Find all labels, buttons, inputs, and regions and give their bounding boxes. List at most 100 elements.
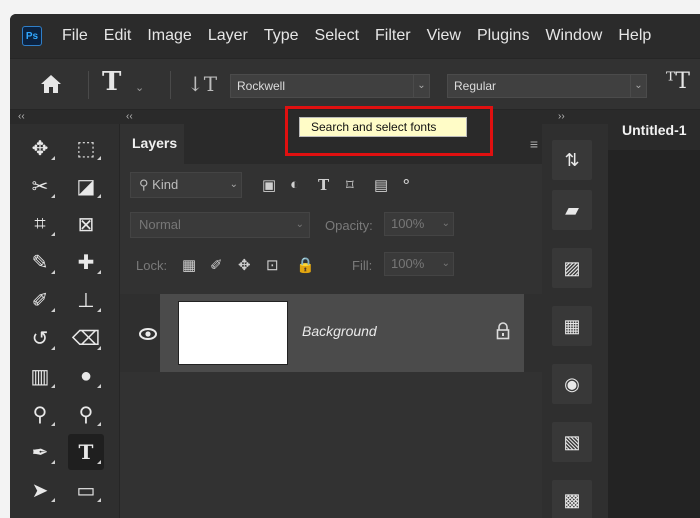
opacity-label: Opacity:	[325, 218, 373, 233]
frame-tool-icon[interactable]: ⊠	[68, 206, 104, 242]
home-icon[interactable]	[40, 73, 62, 95]
layer-thumbnail[interactable]	[178, 301, 288, 365]
blend-row: Normal ⌄ Opacity: 100% ⌄	[120, 204, 542, 244]
lock-position-icon[interactable]: ✥	[238, 256, 251, 274]
opacity-input[interactable]: 100% ⌄	[384, 212, 454, 236]
rectangle-tool-icon[interactable]: ▭	[68, 472, 104, 508]
chevron-down-icon: ⌄	[441, 218, 450, 229]
gradients-panel-icon[interactable]: ▧	[552, 422, 592, 462]
menu-layer[interactable]: Layer	[200, 14, 256, 58]
font-style-value: Regular	[454, 79, 497, 93]
lock-label: Lock:	[136, 258, 168, 273]
canvas-area[interactable]	[608, 150, 700, 518]
chevron-down-icon: ⌄	[441, 258, 450, 269]
dock-expand-strip[interactable]: ››	[542, 110, 608, 124]
eye-icon[interactable]	[138, 324, 158, 344]
history-panel-icon[interactable]: ⇅	[552, 140, 592, 180]
opacity-value: 100%	[391, 216, 425, 231]
history-brush-tool-icon[interactable]: ↺	[22, 320, 58, 356]
options-bar: T ⌄ ↓T Rockwell ⌄ Regular ⌄ ᵀT	[10, 58, 700, 110]
tab-layers[interactable]: Layers	[120, 124, 184, 164]
type-tool-preset-icon[interactable]: T	[102, 67, 121, 97]
search-icon: ⚲	[139, 177, 149, 192]
libraries-panel-icon[interactable]: ▨	[552, 248, 592, 288]
crop-tool-icon[interactable]: ⌗	[22, 206, 58, 242]
type-tool-icon[interactable]: T	[68, 434, 104, 470]
toolbar-collapse-strip[interactable]: ‹‹	[10, 110, 120, 124]
fill-value: 100%	[391, 256, 425, 271]
font-size-icon[interactable]: ᵀT	[666, 69, 690, 94]
tools-panel: ✥ ⬚ ✂ ◪ ⌗ ⊠ ✎ ✚ ✐ ⊥ ↺ ⌫ ▥ ● ⚲ ⚲ ✒ T ➤ ▭	[10, 124, 120, 518]
healing-brush-tool-icon[interactable]: ✚	[68, 244, 104, 280]
chevron-down-icon[interactable]: ⌄	[135, 81, 144, 94]
move-tool-icon[interactable]: ✥	[22, 130, 58, 166]
menu-file[interactable]: File	[54, 14, 96, 58]
font-family-value: Rockwell	[237, 79, 286, 93]
menu-image[interactable]: Image	[139, 14, 199, 58]
zoom-tool-icon[interactable]: ⚲	[68, 396, 104, 432]
options-separator	[170, 71, 171, 99]
panel-dock: ›› ⇅ ▰ ▨ ▦ ◉ ▧ ▩	[542, 110, 608, 518]
menu-bar: Ps File Edit Image Layer Type Select Fil…	[10, 14, 700, 58]
menu-help[interactable]: Help	[610, 14, 659, 58]
filter-kind-label: Kind	[152, 177, 179, 192]
lock-all-icon[interactable]: 🔒	[296, 256, 315, 274]
menu-view[interactable]: View	[419, 14, 469, 58]
blur-tool-icon[interactable]: ●	[68, 358, 104, 394]
chevron-down-icon: ⌄	[295, 219, 304, 230]
eraser-tool-icon[interactable]: ⌫	[68, 320, 104, 356]
smart-object-filter-icon[interactable]: ▤	[374, 176, 388, 194]
layer-filter-row: ⚲ Kind ⌄ ▣ ◐ T ⌑ ▤ ⚬	[120, 164, 542, 204]
lock-icon	[496, 322, 510, 340]
patterns-panel-icon[interactable]: ▩	[552, 480, 592, 518]
eyedropper-tool-icon[interactable]: ✎	[22, 244, 58, 280]
menu-window[interactable]: Window	[537, 14, 610, 58]
photoshop-logo: Ps	[22, 26, 42, 46]
chevron-down-icon: ⌄	[229, 179, 238, 190]
menu-select[interactable]: Select	[307, 14, 367, 58]
object-select-tool-icon[interactable]: ✂	[22, 168, 58, 204]
fill-input[interactable]: 100% ⌄	[384, 252, 454, 276]
pen-tool-icon[interactable]: ✒	[22, 434, 58, 470]
panel-menu-icon[interactable]: ≡	[530, 136, 538, 152]
menu-type[interactable]: Type	[256, 14, 307, 58]
gradient-tool-icon[interactable]: ▥	[22, 358, 58, 394]
lock-row: Lock: ▦ ✐ ✥ ⊡ 🔒 Fill: 100% ⌄	[120, 244, 542, 284]
pixel-filter-icon[interactable]: ▣	[262, 176, 276, 194]
options-separator	[88, 71, 89, 99]
adjustment-filter-icon[interactable]: ◐	[290, 176, 299, 193]
color-panel-icon[interactable]: ◉	[552, 364, 592, 404]
layer-row[interactable]: Background	[120, 294, 542, 372]
comments-panel-icon[interactable]: ▰	[552, 190, 592, 230]
blend-mode-value: Normal	[139, 217, 181, 232]
menu-filter[interactable]: Filter	[367, 14, 419, 58]
swatches-panel-icon[interactable]: ▦	[552, 306, 592, 346]
marquee-tool-icon[interactable]: ⬚	[68, 130, 104, 166]
shape-filter-icon[interactable]: ⌑	[346, 176, 354, 194]
brush-tool-icon[interactable]: ✐	[22, 282, 58, 318]
toggle-text-orientation-icon[interactable]: ↓T	[187, 72, 217, 96]
type-filter-icon[interactable]: T	[318, 176, 329, 194]
menu-plugins[interactable]: Plugins	[469, 14, 537, 58]
fill-label: Fill:	[352, 258, 373, 273]
clone-stamp-tool-icon[interactable]: ⊥	[68, 282, 104, 318]
layers-panel: Layers ≡ ⚲ Kind ⌄ ▣ ◐ T ⌑ ▤ ⚬ Normal ⌄ O…	[120, 124, 542, 518]
layer-name[interactable]: Background	[302, 323, 377, 339]
filter-kind-dropdown[interactable]: ⚲ Kind ⌄	[130, 172, 242, 198]
frame-select-icon[interactable]: ◪	[68, 168, 104, 204]
document-tab[interactable]: Untitled-1	[608, 110, 700, 150]
filter-toggle-icon[interactable]: ⚬	[400, 173, 413, 191]
blend-mode-dropdown[interactable]: Normal ⌄	[130, 212, 310, 238]
lock-image-pixels-icon[interactable]: ✐	[210, 256, 223, 274]
menu-edit[interactable]: Edit	[96, 14, 140, 58]
font-family-dropdown[interactable]: Rockwell ⌄	[230, 74, 430, 98]
path-selection-tool-icon[interactable]: ➤	[22, 472, 58, 508]
font-style-dropdown[interactable]: Regular ⌄	[447, 74, 647, 98]
annotation-highlight-box	[285, 106, 493, 156]
lock-transparent-pixels-icon[interactable]: ▦	[182, 256, 196, 274]
lock-artboard-icon[interactable]: ⊡	[266, 256, 279, 274]
dodge-tool-icon[interactable]: ⚲	[22, 396, 58, 432]
chevron-down-icon: ⌄	[630, 75, 646, 97]
chevron-down-icon: ⌄	[413, 75, 429, 97]
photoshop-window: Ps File Edit Image Layer Type Select Fil…	[10, 14, 700, 518]
